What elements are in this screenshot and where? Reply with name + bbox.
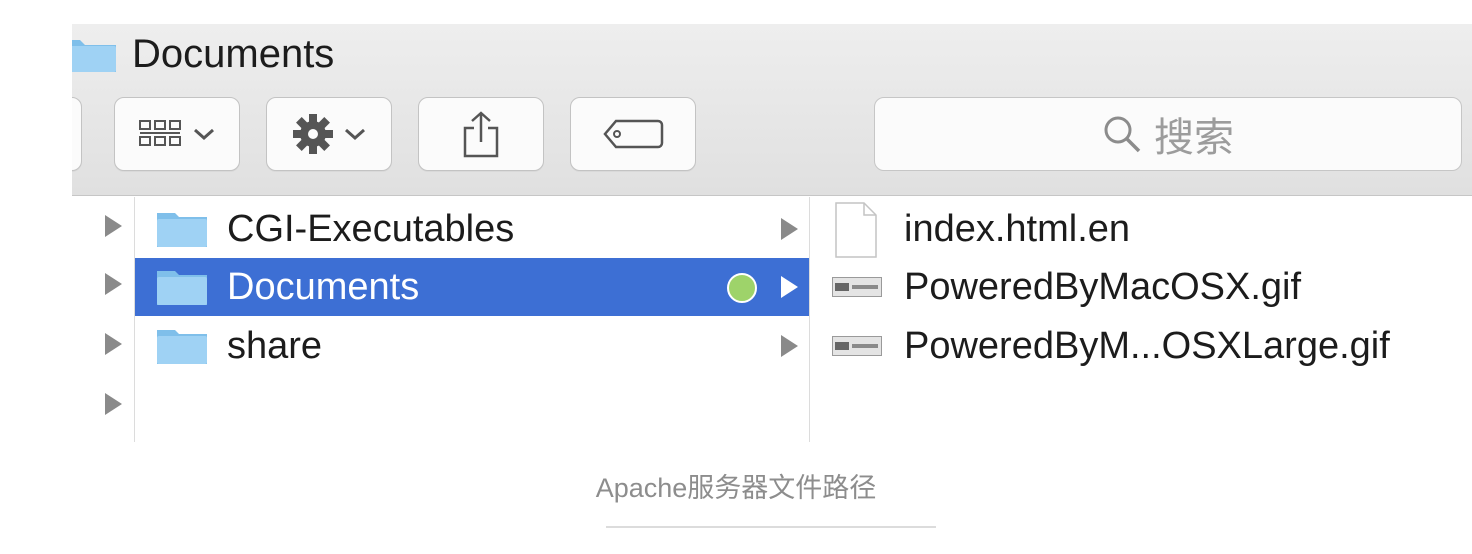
back-forward-button[interactable] — [72, 97, 82, 171]
disclosure-arrow-icon[interactable] — [105, 215, 122, 237]
folder-icon — [72, 40, 116, 72]
search-field[interactable]: 搜索 — [874, 97, 1462, 171]
green-tag-dot — [727, 273, 757, 303]
file-column: index.html.en PoweredByMacOSX.gif Powere… — [810, 197, 1472, 442]
window-title: Documents — [132, 32, 335, 76]
chevron-down-icon — [194, 128, 214, 141]
chevron-right-icon — [781, 276, 798, 298]
tags-button[interactable] — [570, 97, 696, 171]
folder-label: share — [227, 325, 323, 367]
folder-label: Documents — [227, 266, 420, 308]
document-icon — [835, 202, 877, 258]
share-button[interactable] — [418, 97, 544, 171]
disclosure-arrow-icon[interactable] — [105, 393, 122, 415]
caption-divider — [606, 526, 936, 528]
search-icon — [1104, 116, 1141, 153]
folder-row-share[interactable]: share — [135, 317, 810, 375]
folder-row-documents[interactable]: Documents — [135, 258, 810, 316]
disclosure-arrow-icon[interactable] — [105, 273, 122, 295]
view-options-button[interactable] — [114, 97, 240, 171]
file-row-index-html[interactable]: index.html.en — [810, 200, 1472, 258]
file-label: PoweredByM...OSXLarge.gif — [904, 325, 1390, 367]
file-label: index.html.en — [904, 208, 1131, 250]
folder-icon — [157, 330, 207, 364]
finder-window: Documents 搜索 CGI-Executables Documents s… — [72, 24, 1472, 442]
disclosure-arrow-icon[interactable] — [105, 333, 122, 355]
folder-column: CGI-Executables Documents share — [134, 197, 810, 442]
grid-icon — [139, 120, 181, 146]
action-button[interactable] — [266, 97, 392, 171]
share-icon — [463, 111, 499, 158]
folder-icon — [157, 213, 207, 247]
chevron-right-icon — [781, 335, 798, 357]
image-caption: Apache服务器文件路径 — [595, 473, 877, 503]
folder-label: CGI-Executables — [227, 208, 515, 250]
folder-icon — [157, 271, 207, 305]
chevron-down-icon — [345, 128, 365, 141]
folder-row-cgi-executables[interactable]: CGI-Executables — [135, 200, 810, 258]
title-toolbar-area: Documents 搜索 — [72, 24, 1472, 196]
file-row-poweredbymacosx[interactable]: PoweredByMacOSX.gif — [810, 258, 1472, 316]
gif-thumbnail-icon — [832, 277, 882, 297]
search-placeholder: 搜索 — [1154, 116, 1234, 160]
file-row-poweredbymacosxlarge[interactable]: PoweredByM...OSXLarge.gif — [810, 317, 1472, 375]
tag-icon — [603, 119, 664, 149]
file-label: PoweredByMacOSX.gif — [904, 266, 1302, 308]
gif-thumbnail-icon — [832, 336, 882, 356]
gear-icon — [293, 114, 333, 154]
chevron-right-icon — [781, 218, 798, 240]
